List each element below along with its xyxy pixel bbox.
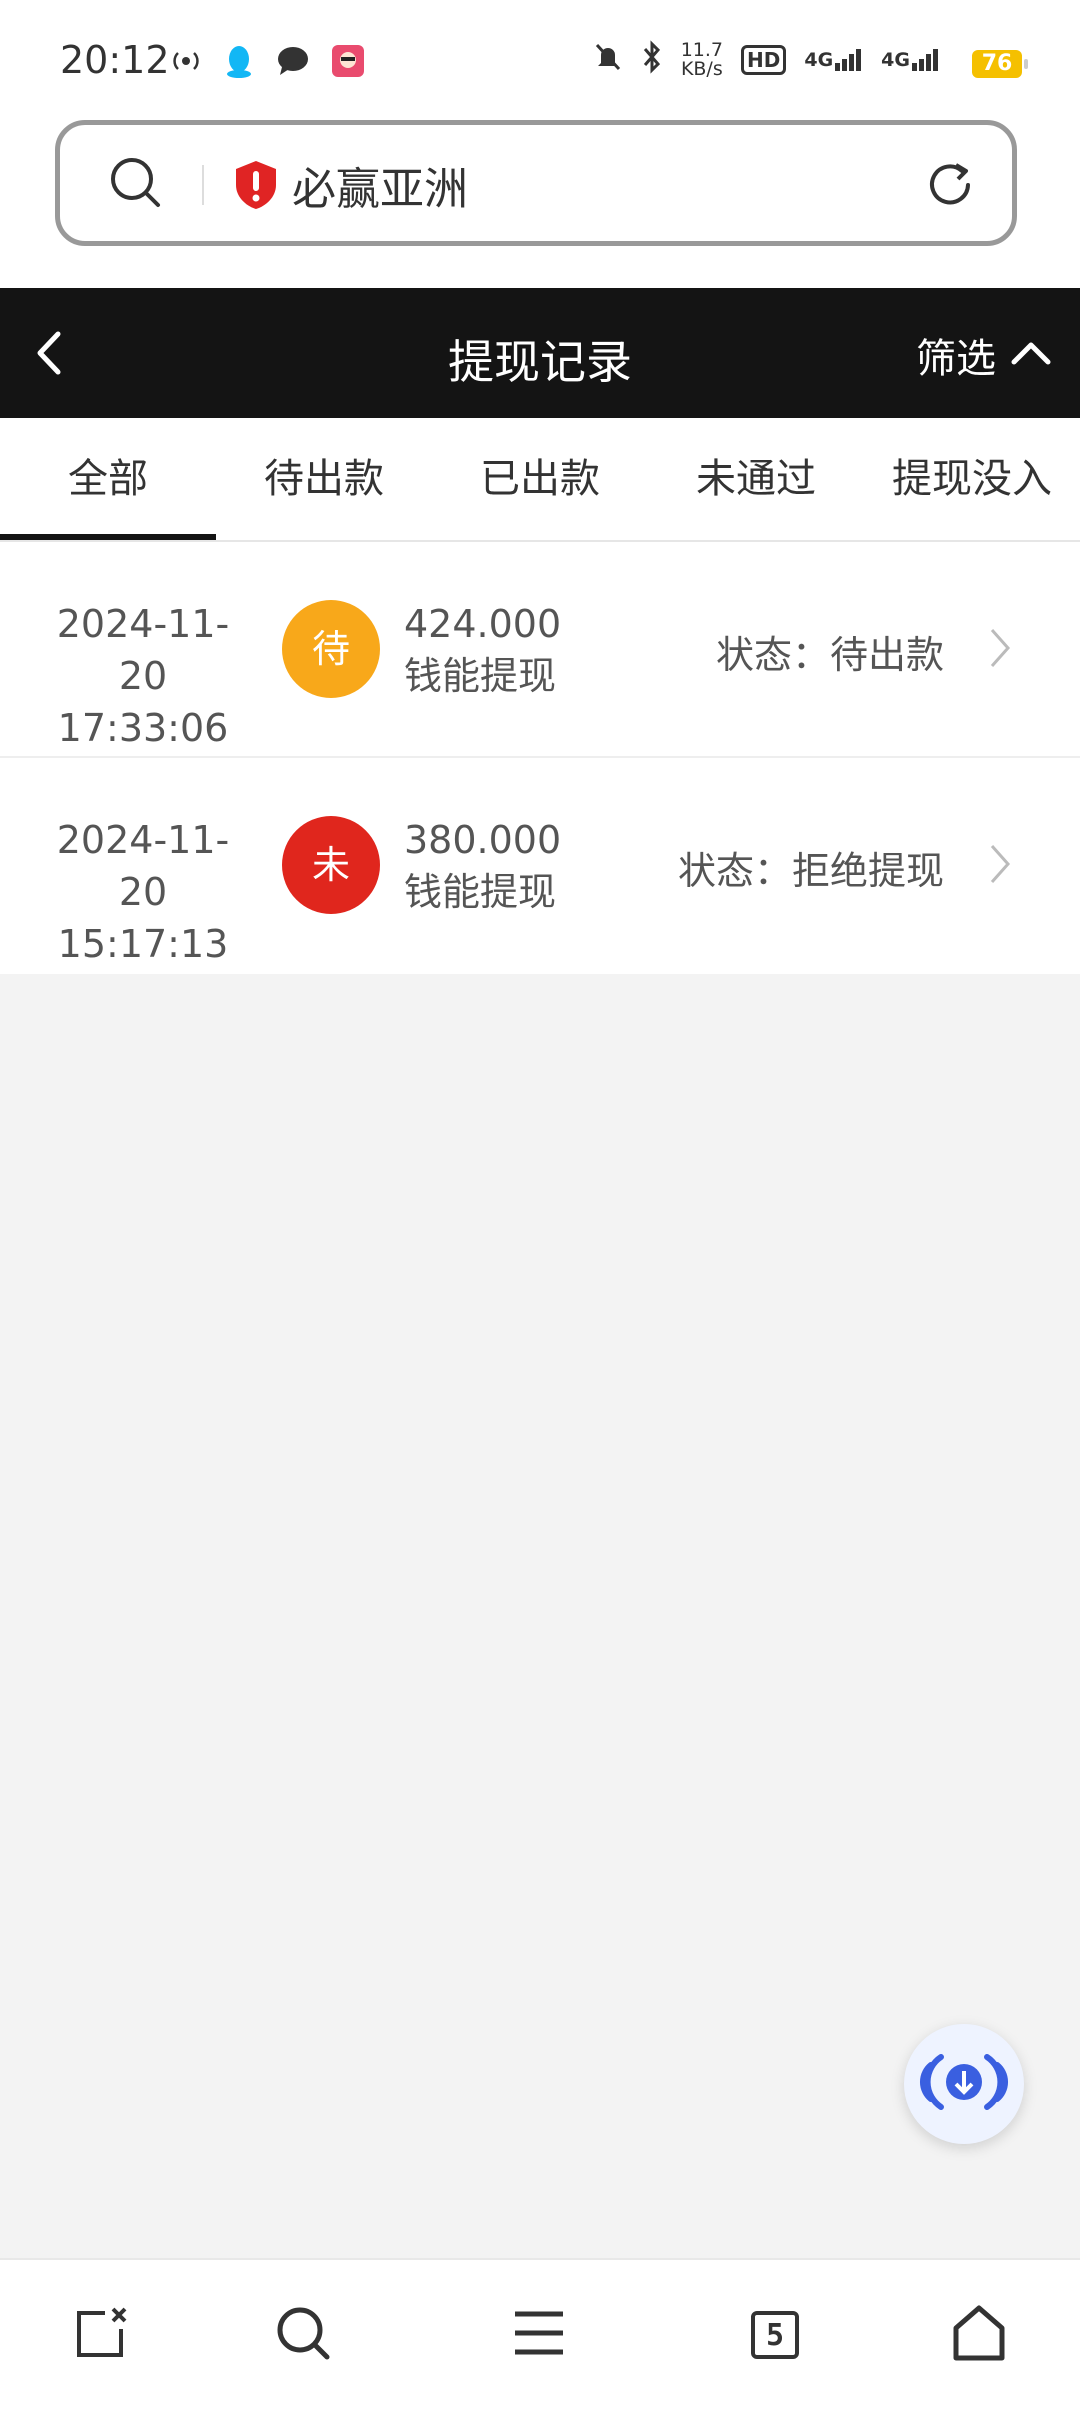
record-time: 17:33:06 [57,706,229,750]
notification-icons [170,44,364,82]
address-divider [202,165,204,205]
status-badge: 待 [282,600,380,698]
record-datetime: 2024-11-20 17:33:06 [36,598,250,754]
address-bar[interactable]: 必赢亚洲 [55,120,1017,246]
withdrawal-list: 2024-11-20 17:33:06 待 424.000 钱能提现 状态：待出… [0,542,1080,974]
download-button[interactable] [904,2024,1024,2144]
bluetooth-icon [641,40,663,79]
record-type: 钱能提现 [404,654,557,698]
record-status: 状态：待出款 [715,633,944,677]
record-amount: 380.000 [404,818,562,862]
record-amount: 424.000 [404,602,562,646]
close-page-button[interactable] [66,2300,136,2370]
tab-rejected[interactable]: 未通过 [648,418,864,540]
menu-icon [511,2308,567,2362]
browser-toolbar: 必赢亚洲 [0,120,1080,288]
menu-button[interactable] [504,2300,574,2370]
record-date: 2024-11-20 [56,818,230,914]
tab-all[interactable]: 全部 [0,418,216,540]
signal-bars-icon [835,48,862,71]
record-time: 15:17:13 [57,922,229,966]
qq-icon [224,44,254,82]
signal-2: 4G [881,48,940,71]
status-tabs: 全部 待出款 已出款 未通过 提现没入 [0,418,1080,542]
status-badge: 未 [282,816,380,914]
home-button[interactable] [944,2300,1014,2370]
signal-bars-icon [912,48,938,71]
list-item[interactable]: 2024-11-20 17:33:06 待 424.000 钱能提现 状态：待出… [0,542,1080,758]
tab-count: 5 [765,2317,785,2353]
hotspot-icon [170,45,202,81]
home-icon [950,2304,1008,2366]
search-button[interactable] [268,2300,338,2370]
tab-pending[interactable]: 待出款 [216,418,432,540]
net-speed: 11.7 KB/s [680,38,723,80]
shield-warning-icon[interactable] [232,159,280,215]
status-time: 20:12 [60,38,170,82]
search-icon[interactable] [108,155,164,215]
filter-button[interactable]: 筛选 [916,326,1052,384]
record-date: 2024-11-20 [56,602,230,698]
browser-bottom-bar: 5 [0,2258,1080,2410]
chevron-up-icon [1010,332,1052,378]
search-icon [273,2303,333,2367]
system-status-icons: 11.7 KB/s HD 4G 4G [593,40,940,79]
record-amount-block: 380.000 钱能提现 [404,814,561,918]
list-item[interactable]: 2024-11-20 15:17:13 未 380.000 钱能提现 状态：拒绝… [0,758,1080,974]
record-status: 状态：拒绝提现 [677,849,944,893]
tabs-button[interactable]: 5 [740,2300,810,2370]
close-page-icon [73,2305,129,2365]
app-avatar-icon [332,45,364,81]
page-header: 提现记录 筛选 [0,288,1080,418]
record-datetime: 2024-11-20 15:17:13 [36,814,250,970]
signal-1: 4G [804,48,863,71]
hd-badge: HD [741,44,787,75]
record-amount-block: 424.000 钱能提现 [404,598,561,702]
message-icon [276,45,310,81]
tabs-icon: 5 [751,2311,799,2359]
filter-label: 筛选 [916,336,996,382]
chevron-right-icon [988,626,1012,674]
tab-paid[interactable]: 已出款 [432,418,648,540]
site-name[interactable]: 必赢亚洲 [292,153,468,217]
tab-not-received[interactable]: 提现没入 [864,418,1080,540]
chevron-right-icon [988,842,1012,890]
mute-icon [593,41,623,78]
record-type: 钱能提现 [404,870,557,914]
battery-indicator: 76 [972,50,1028,78]
download-icon [919,2047,1009,2121]
refresh-icon[interactable] [922,157,978,217]
status-bar: 20:12 11.7 KB/s HD 4G 4G 76 [0,0,1080,120]
